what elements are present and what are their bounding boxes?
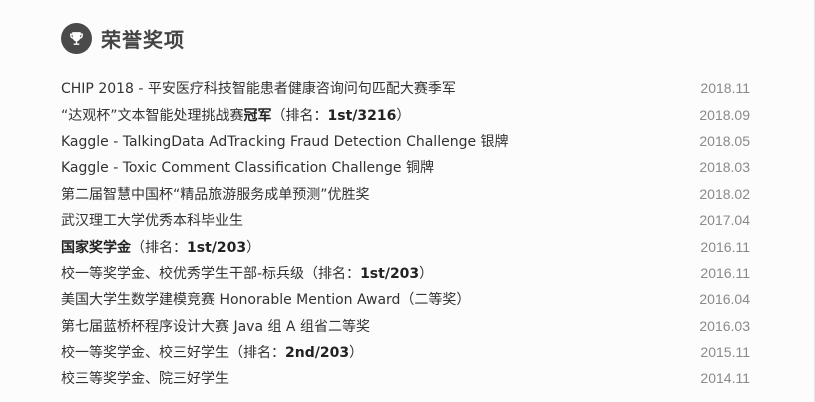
award-highlight: 1st/3216 — [327, 107, 397, 124]
award-title: 武汉理工大学优秀本科毕业生 — [61, 210, 243, 230]
award-title-part: ） — [246, 239, 261, 256]
award-highlight: 1st/203 — [360, 265, 420, 282]
award-title: 国家奖学金（排名：1st/203） — [61, 237, 260, 257]
award-title-part: 武汉理工大学优秀本科毕业生 — [61, 213, 243, 230]
award-list: CHIP 2018 - 平安医疗科技智能患者健康咨询问句匹配大赛季军 2018.1… — [61, 75, 750, 392]
award-title: 校三等奖学金、院三好学生 — [61, 368, 229, 388]
award-item: 第二届智慧中国杯“精品旅游服务成单预测”优胜奖 2018.02 — [61, 181, 750, 207]
award-title-part: ） — [396, 107, 411, 124]
award-title-part: 校一等奖学金、校优秀学生干部-标兵级（排名： — [61, 265, 361, 282]
award-date: 2016.11 — [700, 238, 750, 255]
award-item: 校一等奖学金、校三好学生（排名：2nd/203） 2015.11 — [61, 339, 750, 365]
award-date: 2015.11 — [700, 344, 750, 361]
trophy-icon — [61, 23, 92, 54]
award-title-part: “达观杯”文本智能处理挑战赛 — [61, 107, 244, 124]
award-date: 2018.09 — [699, 106, 750, 123]
award-title-part: 第七届蓝桥杯程序设计大赛 Java 组 A 组省二等奖 — [61, 318, 370, 335]
award-highlight: 1st/203 — [187, 239, 247, 256]
award-date: 2018.02 — [699, 185, 750, 202]
award-title-part: Kaggle - TalkingData AdTracking Fraud De… — [61, 133, 509, 150]
award-title-part: （排名： — [131, 239, 187, 256]
award-item: Kaggle - TalkingData AdTracking Fraud De… — [61, 128, 750, 154]
award-highlight: 冠军 — [243, 107, 272, 124]
section-title: 荣誉奖项 — [101, 28, 185, 52]
award-title-part: 第二届智慧中国杯“精品旅游服务成单预测”优胜奖 — [61, 186, 370, 203]
award-item: 校三等奖学金、院三好学生 2014.11 — [61, 365, 750, 391]
award-item: “达观杯”文本智能处理挑战赛冠军（排名：1st/3216） 2018.09 — [61, 101, 750, 127]
award-title-part: Kaggle - Toxic Comment Classification Ch… — [61, 160, 434, 177]
awards-section: 荣誉奖项 CHIP 2018 - 平安医疗科技智能患者健康咨询问句匹配大赛季军 2… — [0, 0, 815, 402]
award-title: CHIP 2018 - 平安医疗科技智能患者健康咨询问句匹配大赛季军 — [61, 78, 456, 98]
award-date: 2016.11 — [700, 264, 750, 281]
award-item: 校一等奖学金、校优秀学生干部-标兵级（排名：1st/203） 2016.11 — [61, 260, 750, 286]
award-title: Kaggle - Toxic Comment Classification Ch… — [61, 157, 434, 177]
section-header: 荣誉奖项 — [61, 23, 185, 54]
award-date: 2018.05 — [699, 132, 750, 149]
award-date: 2014.11 — [700, 370, 750, 387]
award-date: 2017.04 — [699, 212, 750, 229]
award-title: 校一等奖学金、校三好学生（排名：2nd/203） — [61, 342, 363, 362]
award-title-part: 校一等奖学金、校三好学生（排名： — [61, 345, 285, 362]
award-title: 第七届蓝桥杯程序设计大赛 Java 组 A 组省二等奖 — [61, 316, 370, 336]
award-highlight: 国家奖学金 — [61, 239, 131, 256]
award-item: CHIP 2018 - 平安医疗科技智能患者健康咨询问句匹配大赛季军 2018.1… — [61, 75, 750, 101]
award-item: 第七届蓝桥杯程序设计大赛 Java 组 A 组省二等奖 2016.03 — [61, 313, 750, 339]
award-title-part: CHIP 2018 - 平安医疗科技智能患者健康咨询问句匹配大赛季军 — [61, 81, 456, 98]
award-highlight: 2nd/203 — [285, 345, 350, 362]
award-item: Kaggle - Toxic Comment Classification Ch… — [61, 154, 750, 180]
award-item: 国家奖学金（排名：1st/203） 2016.11 — [61, 233, 750, 259]
award-title: 第二届智慧中国杯“精品旅游服务成单预测”优胜奖 — [61, 184, 370, 204]
award-item: 美国大学生数学建模竞赛 Honorable Mention Award（二等奖）… — [61, 286, 750, 312]
award-date: 2018.11 — [700, 80, 750, 97]
award-item: 武汉理工大学优秀本科毕业生 2017.04 — [61, 207, 750, 233]
award-title-part: （排名： — [271, 107, 328, 124]
award-title-part: 校三等奖学金、院三好学生 — [61, 371, 229, 388]
award-title-part: ） — [349, 345, 364, 362]
award-title: “达观杯”文本智能处理挑战赛冠军（排名：1st/3216） — [61, 105, 410, 125]
award-title: 校一等奖学金、校优秀学生干部-标兵级（排名：1st/203） — [61, 263, 433, 283]
award-title: Kaggle - TalkingData AdTracking Fraud De… — [61, 131, 509, 151]
award-date: 2018.03 — [699, 159, 750, 176]
award-title-part: 美国大学生数学建模竞赛 Honorable Mention Award（二等奖） — [61, 292, 471, 309]
award-title: 美国大学生数学建模竞赛 Honorable Mention Award（二等奖） — [61, 289, 470, 309]
award-date: 2016.03 — [699, 317, 750, 334]
award-title-part: ） — [419, 265, 434, 282]
award-date: 2016.04 — [699, 291, 750, 308]
